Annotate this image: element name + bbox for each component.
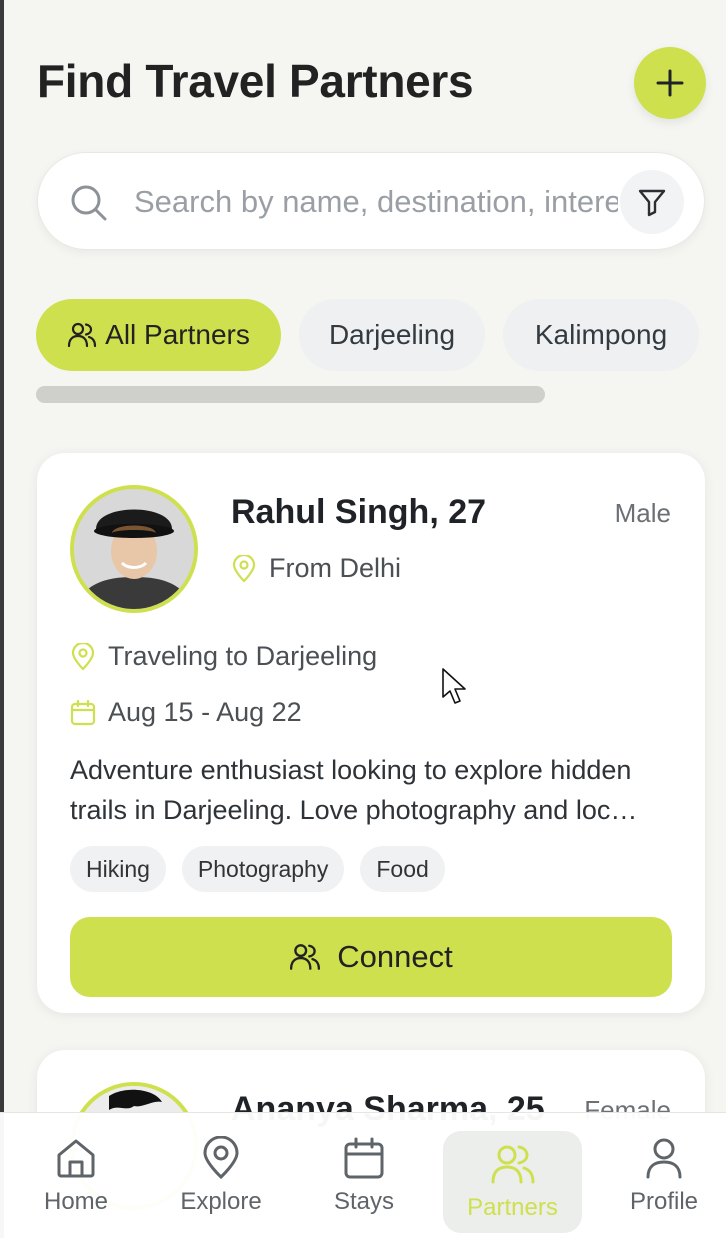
chips-scrollbar[interactable] bbox=[36, 386, 545, 403]
home-icon bbox=[57, 1139, 95, 1178]
add-partner-button[interactable] bbox=[634, 47, 706, 119]
partner-destination: Traveling to Darjeeling bbox=[70, 641, 377, 672]
nav-partners[interactable]: Partners bbox=[443, 1131, 582, 1233]
filter-button[interactable] bbox=[620, 170, 684, 234]
partner-name: Rahul Singh, 27 bbox=[231, 493, 487, 531]
nav-home[interactable]: Home bbox=[16, 1113, 136, 1238]
origin-text: From Delhi bbox=[269, 553, 402, 583]
partner-bio: Adventure enthusiast looking to explore … bbox=[70, 755, 638, 825]
connect-button[interactable]: Connect bbox=[70, 917, 672, 997]
nav-explore[interactable]: Explore bbox=[160, 1113, 282, 1238]
avatar bbox=[70, 485, 198, 613]
bottom-nav: Home Explore Stays Partners Profile bbox=[0, 1112, 726, 1238]
chip-darjeeling[interactable]: Darjeeling bbox=[299, 299, 485, 371]
nav-stays[interactable]: Stays bbox=[304, 1113, 424, 1238]
connect-label: Connect bbox=[337, 939, 453, 974]
page-title: Find Travel Partners bbox=[37, 55, 474, 107]
destination-text: Traveling to Darjeeling bbox=[108, 641, 378, 671]
chip-kalimpong[interactable]: Kalimpong bbox=[503, 299, 699, 371]
map-pin-icon bbox=[203, 1136, 239, 1180]
calendar-icon bbox=[70, 699, 96, 725]
calendar-icon bbox=[344, 1137, 384, 1179]
search-input[interactable] bbox=[134, 173, 618, 231]
partner-card: Rahul Singh, 27 Male From Delhi Travelin… bbox=[37, 453, 705, 1013]
nav-label: Stays bbox=[333, 1188, 395, 1215]
tag-food: Food bbox=[360, 846, 445, 892]
plus-icon bbox=[656, 69, 684, 97]
users-icon bbox=[68, 322, 97, 348]
map-pin-icon bbox=[71, 642, 95, 671]
search-icon bbox=[71, 185, 107, 221]
chip-label: Darjeeling bbox=[328, 319, 456, 350]
filter-icon bbox=[638, 189, 666, 217]
partner-gender: Male bbox=[614, 498, 671, 528]
window-edge bbox=[0, 0, 4, 1238]
nav-label: Profile bbox=[629, 1188, 699, 1215]
user-icon bbox=[646, 1138, 682, 1179]
dates-text: Aug 15 - Aug 22 bbox=[108, 697, 302, 727]
partner-dates: Aug 15 - Aug 22 bbox=[70, 697, 302, 728]
users-icon bbox=[491, 1145, 534, 1184]
interest-tags: Hiking Photography Food bbox=[70, 846, 461, 892]
users-icon bbox=[290, 944, 321, 970]
nav-label: Home bbox=[43, 1188, 109, 1215]
nav-profile[interactable]: Profile bbox=[604, 1113, 724, 1238]
tag-hiking: Hiking bbox=[70, 846, 166, 892]
chip-label: Kalimpong bbox=[534, 319, 668, 350]
tag-photography: Photography bbox=[181, 846, 345, 892]
map-pin-icon bbox=[232, 554, 256, 583]
chip-all-partners[interactable]: All Partners bbox=[36, 299, 281, 371]
partner-origin: From Delhi bbox=[231, 553, 401, 584]
search-bar[interactable] bbox=[37, 152, 705, 250]
chip-label: All Partners bbox=[105, 319, 250, 350]
nav-label: Explore bbox=[180, 1188, 262, 1215]
filter-chips: All Partners Darjeeling Kalimpong bbox=[36, 299, 726, 371]
nav-label: Partners bbox=[467, 1194, 558, 1221]
mouse-cursor-icon bbox=[442, 668, 466, 704]
